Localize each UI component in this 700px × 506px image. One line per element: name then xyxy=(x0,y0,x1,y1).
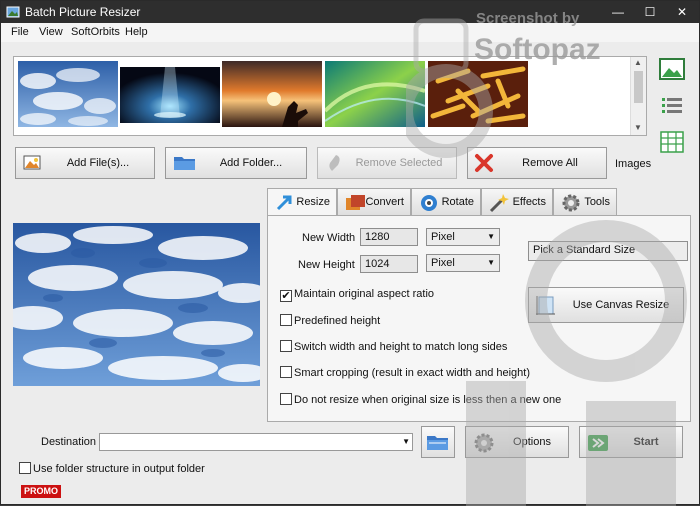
app-window: Batch Picture Resizer — ☐ ✕ File View So… xyxy=(0,0,700,506)
eraser-icon xyxy=(329,155,340,171)
predefined-height-checkbox[interactable]: Predefined height xyxy=(280,314,380,327)
options-button[interactable]: Options xyxy=(465,426,569,458)
images-label: Images xyxy=(615,158,652,170)
thumbnail-2[interactable] xyxy=(120,67,220,123)
add-folder-button[interactable]: Add Folder... xyxy=(165,147,307,179)
new-width-input[interactable]: 1280 xyxy=(360,228,418,246)
rotate-icon xyxy=(421,195,437,211)
canvas-icon xyxy=(536,296,555,315)
thumbnail-5[interactable] xyxy=(428,61,528,127)
no-upscale-checkbox[interactable]: Do not resize when original size is less… xyxy=(280,393,561,406)
canvas-resize-button[interactable]: Use Canvas Resize xyxy=(528,287,684,323)
thumbnail-1[interactable] xyxy=(18,61,118,127)
remove-selected-button[interactable]: Remove Selected xyxy=(317,147,457,179)
convert-icon xyxy=(346,195,365,210)
browse-folder-button[interactable] xyxy=(421,426,455,458)
start-arrow-icon xyxy=(588,435,608,451)
maximize-button[interactable]: ☐ xyxy=(635,1,665,23)
thumbnail-scrollbar[interactable]: ▲ ▼ xyxy=(630,57,646,135)
scroll-up-icon[interactable]: ▲ xyxy=(634,58,642,67)
chevron-down-icon: ▼ xyxy=(487,232,495,241)
list-view-icon[interactable] xyxy=(657,93,687,119)
tab-convert[interactable]: Convert xyxy=(337,188,411,216)
menu-view[interactable]: View xyxy=(39,26,63,38)
folder-structure-checkbox[interactable]: Use folder structure in output folder xyxy=(19,462,205,475)
new-width-label: New Width xyxy=(302,232,356,244)
switch-sides-checkbox[interactable]: Switch width and height to match long si… xyxy=(280,340,507,353)
width-unit-select[interactable]: Pixel ▼ xyxy=(426,228,500,246)
checkbox-checked-icon: ✔ xyxy=(280,290,292,302)
folder-icon xyxy=(174,157,195,170)
menu-file[interactable]: File xyxy=(11,26,29,38)
start-button[interactable]: Start xyxy=(579,426,683,458)
title-bar: Batch Picture Resizer — ☐ ✕ xyxy=(1,1,699,23)
app-icon xyxy=(6,6,20,18)
minimize-button[interactable]: — xyxy=(603,1,633,23)
image-preview xyxy=(13,223,260,386)
tab-tools[interactable]: Tools xyxy=(553,188,617,216)
magic-wand-icon xyxy=(489,194,509,213)
scroll-down-icon[interactable]: ▼ xyxy=(634,123,642,132)
gear-icon xyxy=(562,194,580,212)
menu-bar: File View SoftOrbits Help xyxy=(1,23,699,42)
folder-icon xyxy=(427,436,448,450)
destination-label: Destination xyxy=(41,436,97,448)
tab-rotate[interactable]: Rotate xyxy=(411,188,481,216)
standard-size-select[interactable]: Pick a Standard Size xyxy=(528,241,688,261)
thumbnail-view-icon[interactable] xyxy=(657,56,687,82)
destination-input[interactable]: ▼ xyxy=(99,433,413,451)
new-height-label: New Height xyxy=(298,259,355,271)
chevron-down-icon: ▼ xyxy=(487,258,495,267)
resize-arrow-icon xyxy=(276,195,292,211)
thumbnail-3[interactable] xyxy=(222,61,322,127)
thumbnail-4[interactable] xyxy=(325,61,425,127)
details-view-icon[interactable] xyxy=(657,129,687,155)
tab-resize[interactable]: Resize xyxy=(267,188,337,217)
settings-tabs: Resize Convert Rotate Effects Tools xyxy=(267,188,691,217)
add-files-icon xyxy=(23,155,41,170)
add-files-button[interactable]: Add File(s)... xyxy=(15,147,155,179)
menu-softorbits[interactable]: SoftOrbits xyxy=(71,26,120,38)
window-title: Batch Picture Resizer xyxy=(25,5,141,19)
smart-cropping-checkbox[interactable]: Smart cropping (result in exact width an… xyxy=(280,366,530,379)
maintain-aspect-checkbox[interactable]: ✔ Maintain original aspect ratio xyxy=(280,288,434,302)
height-unit-select[interactable]: Pixel ▼ xyxy=(426,254,500,272)
close-button[interactable]: ✕ xyxy=(667,1,697,23)
menu-help[interactable]: Help xyxy=(125,26,148,38)
remove-x-icon xyxy=(475,154,493,172)
new-height-input[interactable]: 1024 xyxy=(360,255,418,273)
image-list[interactable]: ▲ ▼ xyxy=(13,56,647,136)
gear-icon xyxy=(474,433,494,453)
promo-badge[interactable]: PROMO xyxy=(21,485,61,498)
remove-all-button[interactable]: Remove All xyxy=(467,147,607,179)
resize-panel: New Width 1280 Pixel ▼ New Height 1024 Pi… xyxy=(267,215,691,422)
scroll-thumb[interactable] xyxy=(634,71,643,103)
tab-effects[interactable]: Effects xyxy=(481,188,553,216)
chevron-down-icon[interactable]: ▼ xyxy=(402,437,410,446)
